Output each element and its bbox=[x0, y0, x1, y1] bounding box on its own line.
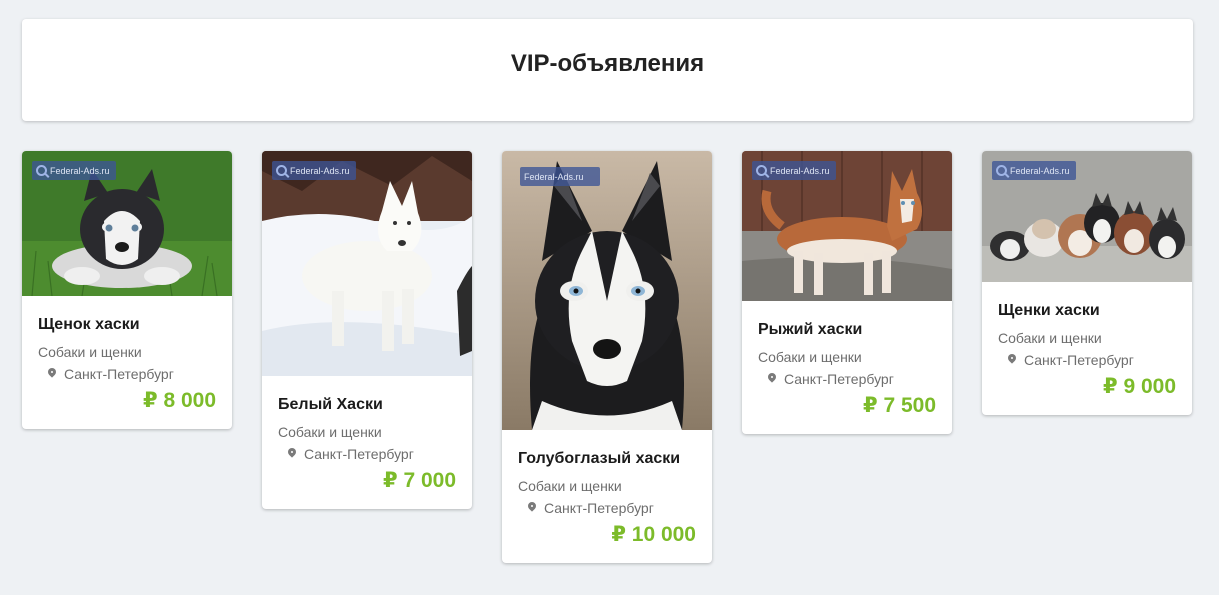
page-title: VIP-объявления bbox=[510, 50, 705, 77]
listing-location: Санкт-Петербург bbox=[38, 366, 216, 382]
location-pin-icon bbox=[1008, 354, 1016, 366]
listing-title[interactable]: Щенок хаски bbox=[38, 316, 216, 334]
listing-price: ₽ 8 000 bbox=[143, 389, 216, 412]
listing-location: Санкт-Петербург bbox=[998, 352, 1176, 368]
location-text: Санкт-Петербург bbox=[64, 366, 174, 382]
watermark-badge: Federal-Ads.ru bbox=[992, 161, 1076, 180]
location-text: Санкт-Петербург bbox=[784, 371, 894, 387]
listing-photo[interactable]: Federal-Ads.ru bbox=[982, 151, 1192, 282]
listing-photo[interactable]: Federal-Ads.ru bbox=[262, 151, 472, 376]
listing-category: Собаки и щенки bbox=[998, 330, 1102, 346]
watermark-badge: Federal-Ads.ru bbox=[520, 167, 600, 186]
listing-title[interactable]: Рыжий хаски bbox=[758, 321, 936, 339]
listing-category: Собаки и щенки bbox=[518, 478, 622, 494]
watermark-badge: Federal-Ads.ru bbox=[32, 161, 116, 180]
magnifier-icon bbox=[276, 165, 287, 176]
magnifier-icon bbox=[996, 165, 1007, 176]
listing-category: Собаки и щенки bbox=[758, 349, 862, 365]
listing-price: ₽ 7 500 bbox=[863, 394, 936, 417]
watermark-text: Federal-Ads.ru bbox=[290, 165, 350, 176]
listing-price: ₽ 10 000 bbox=[611, 523, 696, 546]
listing-title[interactable]: Щенки хаски bbox=[998, 302, 1176, 320]
location-pin-icon bbox=[48, 368, 56, 380]
magnifier-icon bbox=[756, 165, 767, 176]
listing-card[interactable]: Federal-Ads.ru Голубоглазый хаски Собаки… bbox=[502, 151, 712, 563]
listing-title[interactable]: Голубоглазый хаски bbox=[518, 450, 696, 468]
listing-photo[interactable]: Federal-Ads.ru bbox=[502, 151, 712, 430]
listing-card[interactable]: Federal-Ads.ru Щенок хаски Собаки и щенк… bbox=[22, 151, 232, 429]
listing-location: Санкт-Петербург bbox=[518, 500, 696, 516]
listing-category: Собаки и щенки bbox=[38, 344, 142, 360]
watermark-text: Federal-Ads.ru bbox=[1010, 165, 1070, 176]
listing-card[interactable]: Federal-Ads.ru Белый Хаски Собаки и щенк… bbox=[262, 151, 472, 509]
listing-price: ₽ 9 000 bbox=[1103, 375, 1176, 398]
location-pin-icon bbox=[288, 448, 296, 460]
watermark-text: Federal-Ads.ru bbox=[524, 171, 584, 182]
listing-title[interactable]: Белый Хаски bbox=[278, 396, 456, 414]
listing-photo[interactable]: Federal-Ads.ru bbox=[22, 151, 232, 296]
listing-category: Собаки и щенки bbox=[278, 424, 382, 440]
listing-card[interactable]: Federal-Ads.ru Рыжий хаски Собаки и щенк… bbox=[742, 151, 952, 434]
vip-header: VIP-объявления bbox=[22, 19, 1193, 121]
magnifier-icon bbox=[36, 165, 47, 176]
listing-card[interactable]: Federal-Ads.ru Щенки хаски Собаки и щенк… bbox=[982, 151, 1192, 415]
listing-location: Санкт-Петербург bbox=[758, 371, 936, 387]
listing-location: Санкт-Петербург bbox=[278, 446, 456, 462]
location-pin-icon bbox=[528, 502, 536, 514]
watermark-text: Federal-Ads.ru bbox=[50, 165, 110, 176]
location-text: Санкт-Петербург bbox=[544, 500, 654, 516]
location-text: Санкт-Петербург bbox=[1024, 352, 1134, 368]
listing-photo[interactable]: Federal-Ads.ru bbox=[742, 151, 952, 301]
location-text: Санкт-Петербург bbox=[304, 446, 414, 462]
location-pin-icon bbox=[768, 373, 776, 385]
listing-price: ₽ 7 000 bbox=[383, 469, 456, 492]
watermark-badge: Federal-Ads.ru bbox=[752, 161, 836, 180]
watermark-badge: Federal-Ads.ru bbox=[272, 161, 356, 180]
watermark-text: Federal-Ads.ru bbox=[770, 165, 830, 176]
